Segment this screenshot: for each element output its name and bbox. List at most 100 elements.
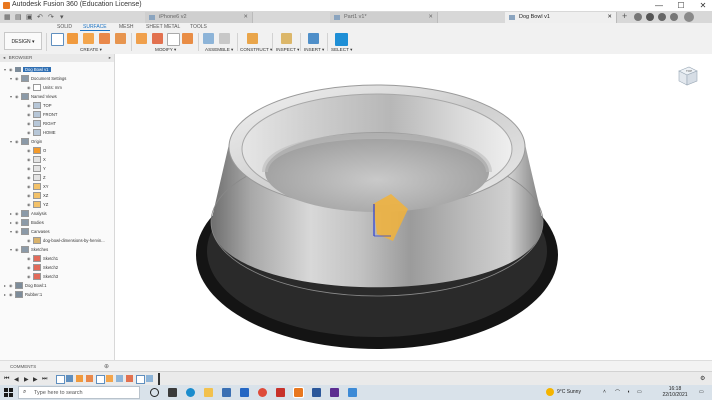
volume-icon[interactable]: ◖: [627, 389, 630, 395]
browser-item[interactable]: ▾ ◉ Document Settings: [10, 75, 66, 83]
tab-sheet-metal[interactable]: SHEET METAL: [146, 24, 180, 30]
revolve-icon[interactable]: [83, 33, 94, 44]
file-menu-icon[interactable]: ▤: [15, 13, 22, 21]
job-status-icon[interactable]: [646, 13, 654, 21]
add-comment-icon[interactable]: ⊕: [104, 363, 109, 370]
new-component-icon[interactable]: [203, 33, 214, 44]
mail-icon[interactable]: [240, 388, 249, 397]
tab-solid[interactable]: SOLID: [57, 24, 72, 30]
timeline-sketch-icon[interactable]: [96, 375, 105, 384]
timeline-feature-icon[interactable]: [86, 375, 93, 382]
word-icon[interactable]: [312, 388, 321, 397]
construct-menu[interactable]: CONSTRUCT ▾: [240, 47, 272, 53]
select-menu[interactable]: SELECT ▾: [331, 47, 352, 53]
browser-item[interactable]: ▾ ◉ Named Views: [10, 93, 57, 101]
timeline-feature-icon[interactable]: [106, 375, 113, 382]
browser-item[interactable]: ◉ Sketch3: [22, 273, 58, 281]
browser-item[interactable]: ▸ ◉ Dog Bowl:1: [4, 282, 46, 290]
modify-menu[interactable]: MODIFY ▾: [155, 47, 176, 53]
measure-icon[interactable]: [281, 33, 292, 44]
browser-item[interactable]: ◉ X: [22, 156, 46, 164]
help-icon[interactable]: [670, 13, 678, 21]
cortana-icon[interactable]: [150, 388, 159, 397]
collapse-icon[interactable]: ◂: [3, 55, 5, 60]
maximize-button[interactable]: ☐: [672, 1, 690, 10]
inspect-menu[interactable]: INSPECT ▾: [276, 47, 299, 53]
timeline-feature-icon[interactable]: [126, 375, 133, 382]
browser-item[interactable]: ▾ ◉ Canvases: [10, 228, 50, 236]
browser-item[interactable]: ▸ ◉ Rubber:1: [4, 291, 42, 299]
tab-iphone6[interactable]: iPhone6 v2 ✕: [145, 12, 253, 23]
canvas-viewport[interactable]: [115, 54, 712, 360]
browser-item[interactable]: ◉ Sketch2: [22, 264, 58, 272]
extensions-icon[interactable]: [634, 13, 642, 21]
design-workspace-button[interactable]: DESIGN ▾: [4, 32, 42, 50]
weather-text[interactable]: 9°C Sunny: [557, 389, 581, 395]
browser-item[interactable]: ◉ dog-bowl-dimensions-by-hervin...: [22, 237, 105, 245]
browser-item[interactable]: ▸ ◉ Bodies: [10, 219, 44, 227]
browser-item[interactable]: ◉ Y: [22, 165, 46, 173]
timeline-component-icon[interactable]: [146, 375, 153, 382]
browser-item[interactable]: ▸ ◉ Analysis: [10, 210, 47, 218]
scissors-icon[interactable]: [167, 33, 180, 46]
timeline-marker[interactable]: [158, 373, 160, 385]
trim-icon[interactable]: [152, 33, 163, 44]
first-step-icon[interactable]: ⏮: [4, 376, 9, 383]
insert-image-icon[interactable]: [308, 33, 319, 44]
tray-chevron-icon[interactable]: ˄: [603, 389, 606, 395]
browser-root[interactable]: ▾ ◉ Dog Bowl v1: [4, 66, 51, 73]
offset-plane-icon[interactable]: [247, 33, 258, 44]
store-icon[interactable]: [222, 388, 231, 397]
grid-menu-icon[interactable]: ▦: [4, 13, 11, 21]
minimize-button[interactable]: —: [650, 1, 668, 10]
browser-item[interactable]: ◉ Z: [22, 174, 46, 182]
browser-item[interactable]: ◉ Units: mm: [22, 84, 62, 92]
redo-icon[interactable]: ↷: [48, 13, 54, 21]
app3-icon[interactable]: [348, 388, 357, 397]
browser-item[interactable]: ◉ XY: [22, 183, 49, 191]
tab-part1[interactable]: Part1 v1* ✕: [330, 12, 438, 23]
new-tab-button[interactable]: +: [622, 11, 627, 21]
timeline-component-icon[interactable]: [116, 375, 123, 382]
timeline-settings-icon[interactable]: ⚙: [700, 375, 705, 382]
timeline-sketch-icon[interactable]: [56, 375, 65, 384]
browser-item[interactable]: ▾ ◉ Sketches: [10, 246, 48, 254]
timeline-canvas-icon[interactable]: [66, 375, 73, 382]
timeline-sketch-icon[interactable]: [136, 375, 145, 384]
select-icon[interactable]: [335, 33, 348, 46]
browser-item[interactable]: ◉ RIGHT: [22, 120, 56, 128]
app2-icon[interactable]: [330, 388, 339, 397]
tab-tools[interactable]: TOOLS: [190, 24, 207, 30]
timeline-revolve-icon[interactable]: [76, 375, 83, 382]
browser-item[interactable]: ▾ ◉ Origin: [10, 138, 42, 146]
browser-item[interactable]: ◉ FRONT: [22, 111, 57, 119]
browser-item[interactable]: ◉ Sketch1: [22, 255, 58, 263]
notifications-icon[interactable]: [658, 13, 666, 21]
create-menu[interactable]: CREATE ▾: [80, 47, 102, 53]
view-cube[interactable]: TOP: [675, 64, 699, 88]
close-button[interactable]: ✕: [694, 1, 712, 10]
task-view-icon[interactable]: [168, 388, 177, 397]
last-step-icon[interactable]: ⏭: [42, 376, 47, 383]
browser-item[interactable]: ◉ O: [22, 147, 46, 155]
tab-mesh[interactable]: MESH: [119, 24, 133, 30]
tab-close-icon[interactable]: ✕: [607, 12, 612, 23]
previous-step-icon[interactable]: ◀: [14, 376, 19, 383]
avatar[interactable]: [684, 12, 694, 22]
press-pull-icon[interactable]: [136, 33, 147, 44]
tab-dog-bowl[interactable]: Dog Bowl v1 ✕: [505, 12, 617, 23]
clock[interactable]: 16:18 22/10/2021: [660, 386, 690, 398]
network-icon[interactable]: ⌒: [615, 389, 620, 396]
tab-list-icon[interactable]: ▾: [60, 13, 64, 21]
tab-close-icon[interactable]: ✕: [428, 12, 433, 23]
chrome-icon[interactable]: [258, 388, 267, 397]
taskbar-search[interactable]: ⌕ Type here to search: [18, 386, 140, 399]
next-step-icon[interactable]: ▶: [33, 376, 38, 383]
sweep-icon[interactable]: [99, 33, 110, 44]
browser-item[interactable]: ◉ XZ: [22, 192, 48, 200]
file-explorer-icon[interactable]: [204, 388, 213, 397]
joint-icon[interactable]: [219, 33, 230, 44]
assemble-menu[interactable]: ASSEMBLE ▾: [205, 47, 233, 53]
notifications-center-icon[interactable]: ▭: [699, 389, 704, 395]
extrude-icon[interactable]: [67, 33, 78, 44]
